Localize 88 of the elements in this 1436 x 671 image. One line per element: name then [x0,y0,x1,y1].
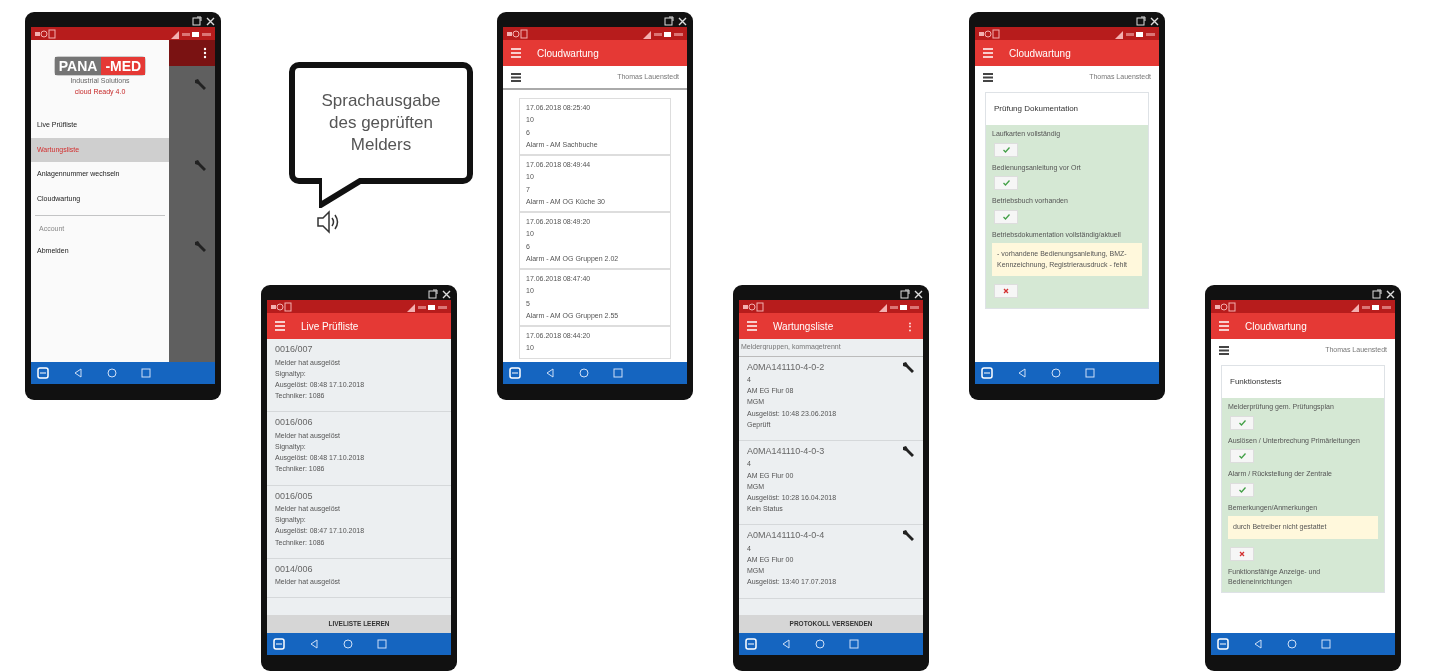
close-icon[interactable] [1150,16,1159,26]
overflow-menu-button[interactable]: ⋮ [905,318,915,334]
recents-icon[interactable] [613,368,623,378]
checkbox[interactable] [994,142,1018,157]
checkbox[interactable] [1230,449,1254,463]
popout-icon[interactable] [428,289,438,299]
back-icon[interactable] [1253,639,1263,649]
home-icon[interactable] [107,368,117,378]
back-icon[interactable] [1017,368,1027,378]
notification-icons [271,301,292,312]
menu-icon[interactable] [747,321,757,331]
speaker-icon [316,210,340,234]
screen-title: Wartungsliste [773,319,835,334]
list-icon[interactable] [983,72,993,82]
list-icon[interactable] [511,72,521,82]
check-icon [1238,453,1246,459]
screen-title: Cloudwartung [1245,319,1308,334]
home-icon[interactable] [579,368,589,378]
menu-icon[interactable] [983,48,993,58]
notification-icons [743,301,764,312]
app-icon[interactable] [37,367,49,379]
home-icon[interactable] [1051,368,1061,378]
screen-title: Cloudwartung [1009,46,1072,61]
notification-icons [979,28,1000,39]
close-icon[interactable] [442,289,451,299]
checkbox[interactable] [994,209,1018,224]
notification-icons [1215,301,1236,312]
app-icon[interactable] [273,638,285,650]
entry-title: A0MA141110-4-0-3 [747,444,825,458]
popout-icon[interactable] [664,16,674,26]
popout-icon[interactable] [192,16,202,26]
wrench-icon[interactable] [902,360,915,374]
recents-icon[interactable] [849,639,859,649]
recents-icon[interactable] [141,368,151,378]
checkbox[interactable] [994,176,1018,190]
screen-title: Cloudwartung [537,46,600,61]
entry-title: 0016/005 [275,489,313,503]
section-heading: Funktionstests [1229,376,1283,388]
recents-icon[interactable] [1321,639,1331,649]
check-icon [1002,146,1010,153]
app-icon[interactable] [1217,638,1229,650]
close-icon[interactable] [678,16,687,26]
back-icon[interactable] [545,368,555,378]
menu-icon[interactable] [511,48,521,58]
entry-title: 0016/006 [275,416,313,430]
home-icon[interactable] [1287,639,1297,649]
back-icon[interactable] [309,639,319,649]
checkbox[interactable] [1230,482,1254,497]
overflow-icon[interactable] [203,47,207,59]
home-icon[interactable] [343,639,353,649]
check-icon [1002,180,1010,186]
notification-icons [35,28,56,39]
entry-title: 0016/007 [275,343,313,356]
logo: PANA -MED [53,56,147,76]
check-icon [1002,213,1010,220]
list-icon[interactable] [1219,345,1229,355]
home-icon[interactable] [815,639,825,649]
checkbox[interactable] [1230,415,1254,430]
popout-icon[interactable] [1372,289,1382,299]
back-icon[interactable] [73,368,83,378]
close-icon[interactable] [914,289,923,299]
cross-icon [1003,288,1009,294]
screen-title: Live Prüfliste [301,319,360,334]
entry-title: A0MA141110-4-0-4 [747,529,825,543]
notification-icons [507,28,528,39]
popout-icon[interactable] [1136,16,1146,26]
wrench-icon[interactable] [902,529,915,543]
entry-title: A0MA141110-4-0-2 [747,360,825,374]
speech-bubble: Sprachausgabe des geprüften Melders [289,62,473,184]
checkbox[interactable] [994,284,1018,298]
check-icon [1238,486,1246,493]
app-icon[interactable] [981,367,993,379]
recents-icon[interactable] [377,639,387,649]
wrench-icon[interactable] [902,444,915,458]
entry-title: 0014/006 [275,562,313,576]
close-icon[interactable] [1386,289,1395,299]
recents-icon[interactable] [1085,368,1095,378]
menu-icon[interactable] [1219,321,1229,331]
section-heading: Prüfung Dokumentation [993,103,1080,115]
menu-icon[interactable] [275,321,285,331]
back-icon[interactable] [781,639,791,649]
close-icon[interactable] [206,16,215,26]
checkbox[interactable] [1230,546,1254,561]
popout-icon[interactable] [900,289,910,299]
cross-icon [1239,550,1245,557]
check-icon [1238,419,1246,426]
app-icon[interactable] [509,367,521,379]
app-icon[interactable] [745,638,757,650]
